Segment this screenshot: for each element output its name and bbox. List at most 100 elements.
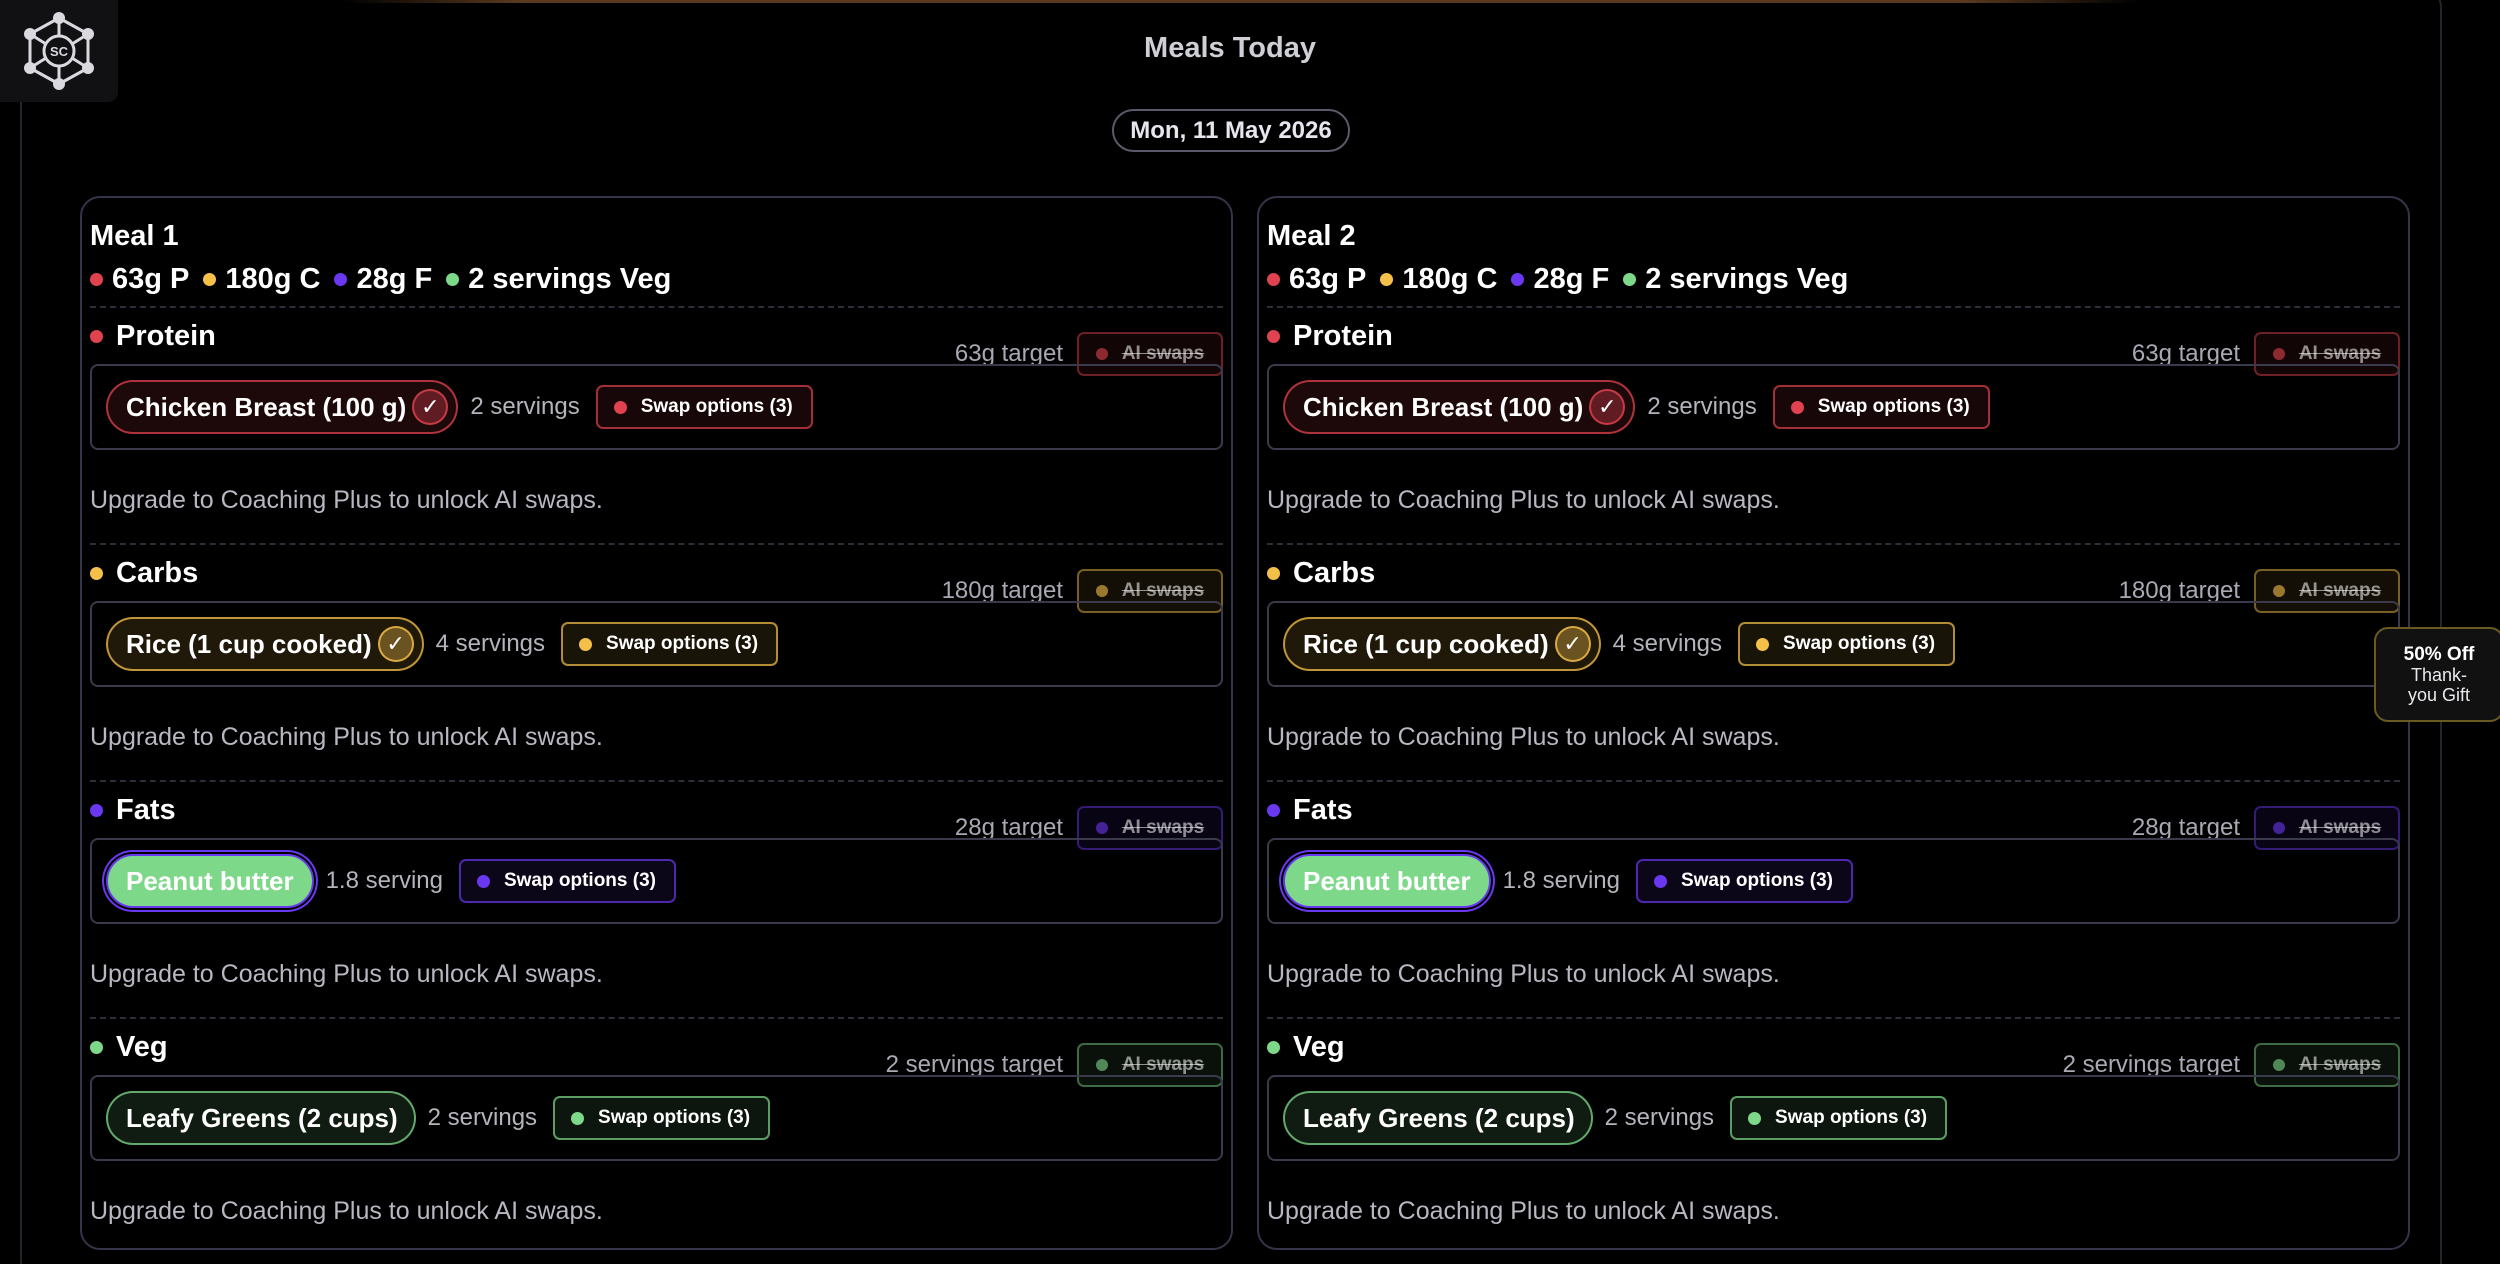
swap-options-button[interactable]: Swap options (3) [1738, 622, 1956, 666]
ai-swaps-label: AI swaps [2298, 580, 2382, 601]
ai-swaps-label: AI swaps [1121, 1054, 1205, 1075]
section-divider [90, 306, 1223, 308]
food-row: Peanut butter 1.8 serving Swap options (… [90, 838, 1223, 924]
servings-count: 4 servings [435, 630, 546, 657]
macro-label: 2 servings Veg [1645, 263, 1849, 295]
section-label: Protein [116, 320, 216, 352]
veg-dot-icon [1748, 1111, 1762, 1125]
servings-count: 2 servings [427, 1104, 538, 1131]
food-chip[interactable]: Leafy Greens (2 cups) [1283, 1091, 1593, 1145]
macro-veg: 2 servings Veg [1623, 263, 1848, 296]
check-icon: ✓ [1554, 626, 1591, 662]
food-name: Peanut butter [1303, 865, 1471, 896]
swap-options-button[interactable]: Swap options (3) [458, 859, 676, 903]
macro-label: 180g C [225, 263, 321, 295]
section-title: Carbs [1267, 557, 1375, 590]
swap-options-button[interactable]: Swap options (3) [1635, 859, 1853, 903]
food-name: Leafy Greens (2 cups) [1303, 1102, 1575, 1133]
promo-discount: 50% Off [2403, 643, 2475, 665]
food-name: Rice (1 cup cooked) [1303, 628, 1549, 659]
food-chip[interactable]: Peanut butter [1283, 854, 1491, 908]
protein-dot-icon [1267, 330, 1280, 343]
fats-dot-icon [334, 273, 348, 286]
food-chip[interactable]: Rice (1 cup cooked) ✓ [1283, 617, 1601, 671]
macro-fats: 28g F [1511, 263, 1609, 296]
servings-count: 1.8 serving [325, 867, 443, 894]
date-selector[interactable]: Mon, 11 May 2026 [1112, 109, 1350, 152]
protein-dot-icon [90, 330, 103, 343]
fats-dot-icon [90, 804, 103, 817]
section-label: Carbs [116, 557, 199, 589]
ai-swaps-label: AI swaps [1121, 580, 1205, 601]
protein-dot-icon [1267, 273, 1280, 286]
section-title: Carbs [90, 557, 198, 590]
section-label: Veg [1293, 1031, 1345, 1063]
ai-swaps-label: AI swaps [2298, 1054, 2382, 1075]
ai-swaps-label: AI swaps [2298, 817, 2382, 838]
veg-dot-icon [1267, 1041, 1280, 1054]
swap-options-button[interactable]: Swap options (3) [1730, 1096, 1948, 1140]
meal-title: Meal 1 [90, 220, 179, 252]
section-title: Fats [1267, 794, 1353, 827]
swap-options-button[interactable]: Swap options (3) [595, 385, 813, 429]
swap-options-button[interactable]: Swap options (3) [561, 622, 779, 666]
fats-dot-icon [2272, 822, 2285, 834]
servings-count: 1.8 serving [1502, 867, 1620, 894]
meal-title: Meal 2 [1267, 220, 1356, 252]
food-row: Leafy Greens (2 cups) 2 servings Swap op… [90, 1075, 1223, 1161]
protein-dot-icon [2272, 348, 2285, 360]
food-name: Chicken Breast (100 g) [1303, 391, 1584, 422]
top-accent-bar [340, 0, 2140, 3]
food-row: Peanut butter 1.8 serving Swap options (… [1267, 838, 2400, 924]
section-divider [90, 780, 1223, 782]
fats-dot-icon [1267, 804, 1280, 817]
food-chip[interactable]: Leafy Greens (2 cups) [106, 1091, 416, 1145]
section-divider [90, 1017, 1223, 1019]
section-label: Protein [1293, 320, 1393, 352]
upgrade-notice: Upgrade to Coaching Plus to unlock AI sw… [90, 723, 603, 751]
carbs-dot-icon [1267, 567, 1280, 580]
section-divider [1267, 543, 2400, 545]
food-row: Rice (1 cup cooked) ✓ 4 servings Swap op… [1267, 601, 2400, 687]
macro-veg: 2 servings Veg [446, 263, 671, 296]
upgrade-notice: Upgrade to Coaching Plus to unlock AI sw… [1267, 723, 1780, 751]
section-label: Veg [116, 1031, 168, 1063]
carbs-dot-icon [579, 637, 593, 651]
protein-dot-icon [90, 273, 103, 286]
fats-dot-icon [1511, 273, 1525, 286]
upgrade-notice: Upgrade to Coaching Plus to unlock AI sw… [90, 960, 603, 988]
promo-gift-button[interactable]: 50% Off Thank- you Gift [2374, 627, 2500, 722]
upgrade-notice: Upgrade to Coaching Plus to unlock AI sw… [1267, 960, 1780, 988]
servings-count: 4 servings [1612, 630, 1723, 657]
swap-options-button[interactable]: Swap options (3) [1772, 385, 1990, 429]
macro-fats: 28g F [334, 263, 432, 296]
carbs-dot-icon [90, 567, 103, 580]
food-row: Leafy Greens (2 cups) 2 servings Swap op… [1267, 1075, 2400, 1161]
swap-options-label: Swap options (3) [598, 1107, 751, 1128]
page-title: Meals Today [1144, 32, 1316, 64]
food-chip[interactable]: Chicken Breast (100 g) ✓ [1283, 380, 1636, 434]
veg-dot-icon [90, 1041, 103, 1054]
macro-label: 28g F [356, 263, 433, 295]
section-divider [1267, 1017, 2400, 1019]
food-name: Peanut butter [126, 865, 294, 896]
veg-dot-icon [1623, 273, 1637, 286]
section-title: Protein [90, 320, 216, 353]
food-chip[interactable]: Chicken Breast (100 g) ✓ [106, 380, 459, 434]
carbs-dot-icon [1380, 273, 1394, 286]
swap-options-label: Swap options (3) [1817, 396, 1970, 417]
check-icon: ✓ [1589, 389, 1626, 425]
macro-label: 28g F [1533, 263, 1610, 295]
swap-options-label: Swap options (3) [503, 870, 656, 891]
upgrade-notice: Upgrade to Coaching Plus to unlock AI sw… [90, 486, 603, 514]
section-title: Fats [90, 794, 176, 827]
food-chip[interactable]: Peanut butter [106, 854, 314, 908]
macro-label: 63g P [112, 263, 190, 295]
macro-protein: 63g P [1267, 263, 1366, 296]
check-icon: ✓ [377, 626, 414, 662]
swap-options-button[interactable]: Swap options (3) [553, 1096, 771, 1140]
food-name: Rice (1 cup cooked) [126, 628, 372, 659]
food-chip[interactable]: Rice (1 cup cooked) ✓ [106, 617, 424, 671]
upgrade-notice: Upgrade to Coaching Plus to unlock AI sw… [1267, 1197, 1780, 1225]
servings-count: 2 servings [1647, 393, 1757, 420]
